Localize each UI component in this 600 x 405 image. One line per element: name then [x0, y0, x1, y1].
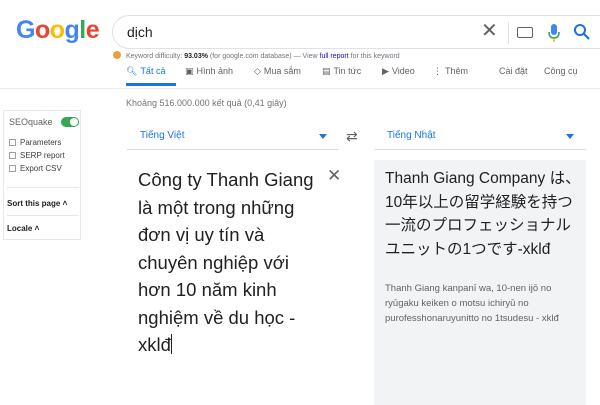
source-textarea[interactable]: Công ty Thanh Giang là một trong những đ… [138, 166, 318, 359]
source-language-label: Tiếng Việt [140, 130, 185, 141]
target-language-select[interactable]: Tiếng Nhật [374, 124, 586, 150]
tab-news[interactable]: ▤ Tin tức [322, 66, 361, 77]
google-logo[interactable]: Google [16, 16, 100, 45]
chevron-down-icon [319, 134, 327, 139]
kd-suffix: for this keyword [350, 53, 400, 60]
settings-link[interactable]: Cài đặt [499, 66, 528, 76]
source-text-panel[interactable]: Công ty Thanh Giang là một trong những đ… [127, 160, 357, 405]
source-language-select[interactable]: Tiếng Việt [127, 124, 339, 150]
swap-languages-icon[interactable]: ⇄ [346, 128, 358, 145]
source-text: Công ty Thanh Giang là một trong những đ… [138, 169, 314, 355]
tab-news-label: Tin tức [333, 66, 362, 76]
tag-icon: ◇ [254, 66, 261, 76]
search-box[interactable]: dịch ✕ [112, 15, 600, 49]
romanization-text: Thanh Giang kanpanī wa, 10-nen ijō no ry… [385, 283, 559, 324]
mic-icon[interactable] [547, 23, 561, 43]
keyword-difficulty-bar: Keyword difficulty: 93.03% (for google.c… [113, 51, 400, 60]
export-csv-label: Export CSV [20, 164, 62, 173]
close-icon[interactable]: ✕ [481, 21, 498, 41]
divider [7, 187, 79, 188]
export-icon [9, 165, 16, 172]
seoquake-toggle[interactable] [61, 117, 79, 127]
translation-panel: Thanh Giang Company は、10年以上の留学経験を持つ一流のプロ… [374, 160, 586, 405]
report-icon [9, 152, 16, 159]
divider [7, 215, 79, 216]
tab-shopping-label: Mua sắm [263, 66, 301, 76]
kd-note: (for google.com database) [209, 53, 292, 60]
tab-more-label: Thêm [445, 66, 469, 76]
target-language-label: Tiếng Nhật [387, 130, 436, 141]
seoquake-icon [113, 51, 121, 59]
serp-report-label: SERP report [20, 151, 65, 160]
locale-label: Locale [7, 224, 33, 233]
kd-value: 93.03% [184, 53, 208, 60]
result-stats: Khoảng 516.000.000 kết quả (0,41 giây) [126, 98, 287, 108]
tab-video[interactable]: ▶ Video [382, 66, 415, 77]
tab-all[interactable]: 🔍︎ Tất cả [126, 66, 165, 77]
tabs-divider [0, 88, 600, 89]
tab-all-label: Tất cả [140, 66, 166, 76]
parameters-label: Parameters [20, 138, 62, 147]
kd-view: View [302, 53, 318, 60]
tools-link[interactable]: Công cụ [544, 66, 578, 76]
export-csv-link[interactable]: Export CSV [9, 164, 62, 173]
tab-more[interactable]: ⋮ Thêm [433, 66, 468, 77]
clear-source-icon[interactable]: ✕ [327, 166, 341, 186]
tab-shopping[interactable]: ◇ Mua sắm [254, 66, 301, 77]
sort-page-toggle[interactable]: Sort this page ˄ [7, 199, 67, 208]
search-divider [508, 22, 509, 44]
kd-label: Keyword difficulty: [125, 53, 183, 60]
tab-images[interactable]: ▣ Hình ảnh [185, 66, 233, 77]
seoquake-panel: SEOquake Parameters SERP report Export C… [3, 110, 81, 240]
tab-images-label: Hình ảnh [196, 66, 234, 76]
keyboard-icon[interactable] [517, 27, 533, 38]
seoquake-title: SEOquake [9, 117, 53, 127]
search-input[interactable]: dịch [127, 24, 153, 40]
chevron-up-icon: ˄ [62, 199, 68, 208]
news-icon: ▤ [322, 66, 331, 76]
kd-dash: — [293, 53, 301, 60]
full-report-link[interactable]: full report [320, 53, 349, 60]
serp-report-link[interactable]: SERP report [9, 151, 65, 160]
more-icon: ⋮ [433, 66, 442, 76]
tab-video-label: Video [391, 66, 415, 76]
search-icon: 🔍︎ [126, 66, 138, 76]
text-cursor [170, 334, 172, 354]
chevron-up-icon: ˄ [34, 224, 40, 233]
parameters-link[interactable]: Parameters [9, 138, 61, 147]
active-tab-indicator [126, 83, 176, 86]
locale-toggle[interactable]: Locale ˄ [7, 224, 39, 233]
chevron-down-icon [566, 134, 574, 139]
translated-text: Thanh Giang Company は、10年以上の留学経験を持つ一流のプロ… [385, 170, 581, 258]
sort-label: Sort this page [7, 199, 61, 208]
video-icon: ▶ [382, 66, 389, 76]
gear-icon [9, 139, 16, 146]
image-icon: ▣ [185, 66, 194, 76]
search-icon[interactable] [573, 23, 591, 41]
